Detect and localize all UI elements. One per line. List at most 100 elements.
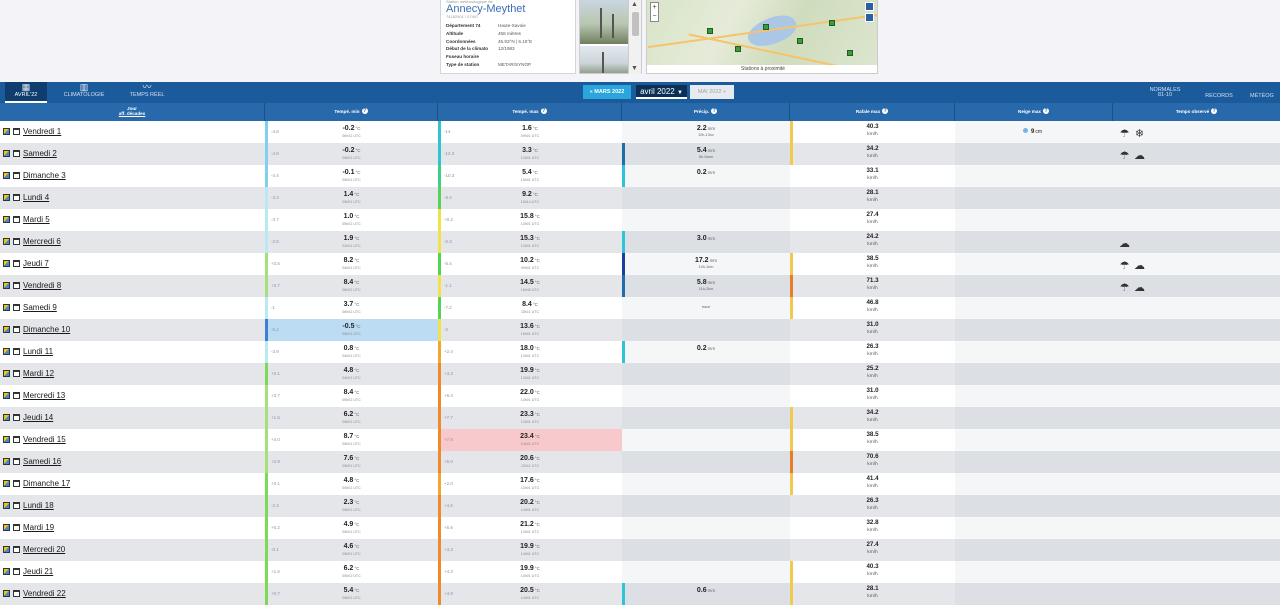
station-marker-icon[interactable] xyxy=(829,20,835,26)
next-month-button[interactable]: MAI 2022 » xyxy=(690,85,734,99)
calendar-icon[interactable] xyxy=(13,370,20,377)
day-link[interactable]: Samedi 16 xyxy=(23,457,61,466)
zoom-in-button[interactable]: + xyxy=(651,3,658,12)
day-link[interactable]: Jeudi 7 xyxy=(23,259,49,268)
observation-icon[interactable] xyxy=(3,304,10,311)
observation-icon[interactable] xyxy=(3,194,10,201)
calendar-icon[interactable] xyxy=(13,568,20,575)
calendar-icon[interactable] xyxy=(13,172,20,179)
observation-icon[interactable] xyxy=(3,128,10,135)
observation-icon[interactable] xyxy=(3,238,10,245)
day-link[interactable]: Dimanche 17 xyxy=(23,479,70,488)
calendar-icon[interactable] xyxy=(13,194,20,201)
calendar-icon[interactable] xyxy=(13,216,20,223)
day-link[interactable]: Lundi 11 xyxy=(23,347,53,356)
day-link[interactable]: Dimanche 10 xyxy=(23,325,70,334)
map-layers-icon[interactable] xyxy=(865,2,874,11)
tab-temps-reel[interactable]: 〰 TEMPS RÉEL xyxy=(124,82,170,103)
observation-icon[interactable] xyxy=(3,370,10,377)
observation-icon[interactable] xyxy=(3,568,10,575)
calendar-icon[interactable] xyxy=(13,480,20,487)
observation-icon[interactable] xyxy=(3,348,10,355)
observation-icon[interactable] xyxy=(3,480,10,487)
observation-icon[interactable] xyxy=(3,414,10,421)
day-link[interactable]: Vendredi 8 xyxy=(23,281,61,290)
day-link[interactable]: Mercredi 6 xyxy=(23,237,61,246)
calendar-icon[interactable] xyxy=(13,458,20,465)
zoom-out-button[interactable]: − xyxy=(651,12,658,21)
observation-icon[interactable] xyxy=(3,260,10,267)
observation-icon[interactable] xyxy=(3,150,10,157)
info-icon[interactable]: ? xyxy=(540,108,547,114)
calendar-icon[interactable] xyxy=(13,590,20,597)
day-link[interactable]: Mercredi 20 xyxy=(23,545,65,554)
day-link[interactable]: Mardi 12 xyxy=(23,369,54,378)
day-link[interactable]: Mardi 19 xyxy=(23,523,54,532)
map-zoom-control[interactable]: + − xyxy=(650,2,659,22)
observation-icon[interactable] xyxy=(3,436,10,443)
calendar-icon[interactable] xyxy=(13,436,20,443)
info-icon[interactable]: ? xyxy=(1042,108,1049,114)
info-icon[interactable]: ? xyxy=(882,108,889,114)
day-link[interactable]: Lundi 18 xyxy=(23,501,54,510)
observation-icon[interactable] xyxy=(3,392,10,399)
station-marker-icon[interactable] xyxy=(847,50,853,56)
day-link[interactable]: Vendredi 15 xyxy=(23,435,66,444)
scroll-thumb[interactable] xyxy=(632,12,639,36)
info-icon[interactable]: ? xyxy=(361,108,368,114)
calendar-icon[interactable] xyxy=(13,392,20,399)
calendar-icon[interactable] xyxy=(13,238,20,245)
day-link[interactable]: Jeudi 21 xyxy=(23,567,53,576)
calendar-icon[interactable] xyxy=(13,546,20,553)
day-link[interactable]: Vendredi 1 xyxy=(23,127,61,136)
calendar-icon[interactable] xyxy=(13,326,20,333)
observation-icon[interactable] xyxy=(3,172,10,179)
tab-current-month[interactable]: ▦ AVRIL'22 xyxy=(5,82,47,103)
observation-icon[interactable] xyxy=(3,590,10,597)
calendar-icon[interactable] xyxy=(13,524,20,531)
info-icon[interactable]: ? xyxy=(711,108,718,114)
tab-normales[interactable]: NORMALES 81-10 xyxy=(1144,82,1186,103)
scroll-up-icon[interactable]: ▲ xyxy=(631,1,638,9)
map-fullscreen-icon[interactable] xyxy=(865,13,874,22)
calendar-icon[interactable] xyxy=(13,304,20,311)
calendar-icon[interactable] xyxy=(13,150,20,157)
day-link[interactable]: Samedi 9 xyxy=(23,303,57,312)
observation-icon[interactable] xyxy=(3,458,10,465)
calendar-icon[interactable] xyxy=(13,128,20,135)
calendar-icon[interactable] xyxy=(13,502,20,509)
tab-meteogramme[interactable]: MÉTÉOG xyxy=(1250,82,1280,103)
station-marker-icon[interactable] xyxy=(763,24,769,30)
photo-scrollbar[interactable]: ▲ ▼ xyxy=(629,0,642,74)
previous-month-button[interactable]: « MARS 2022 xyxy=(583,85,631,99)
station-photo[interactable] xyxy=(579,0,629,74)
calendar-icon[interactable] xyxy=(13,414,20,421)
station-marker-icon[interactable] xyxy=(797,38,803,44)
nearby-stations-map[interactable]: + − Stations à proximité xyxy=(646,0,878,74)
day-link[interactable]: Mercredi 13 xyxy=(23,391,65,400)
observation-icon[interactable] xyxy=(3,326,10,333)
calendar-icon[interactable] xyxy=(13,282,20,289)
station-marker-icon[interactable] xyxy=(707,28,713,34)
day-link[interactable]: Lundi 4 xyxy=(23,193,49,202)
observation-icon[interactable] xyxy=(3,216,10,223)
observation-icon[interactable] xyxy=(3,546,10,553)
observation-icon[interactable] xyxy=(3,502,10,509)
tab-records[interactable]: RECORDS xyxy=(1198,82,1240,103)
tab-climatologie[interactable]: ▥ CLIMATOLOGIE xyxy=(58,82,110,103)
day-link[interactable]: Samedi 2 xyxy=(23,149,57,158)
calendar-icon[interactable] xyxy=(13,260,20,267)
decades-link[interactable]: aff. décades xyxy=(0,111,264,116)
weather-cell xyxy=(1113,319,1280,341)
tmin-value: 5.4 xyxy=(343,587,354,594)
info-icon[interactable]: ? xyxy=(1211,108,1218,114)
day-link[interactable]: Jeudi 14 xyxy=(23,413,53,422)
station-marker-icon[interactable] xyxy=(735,46,741,52)
scroll-down-icon[interactable]: ▼ xyxy=(631,65,638,73)
day-link[interactable]: Dimanche 3 xyxy=(23,171,66,180)
day-link[interactable]: Mardi 5 xyxy=(23,215,50,224)
observation-icon[interactable] xyxy=(3,524,10,531)
month-select[interactable]: avril 2022 ▼ xyxy=(636,85,687,99)
calendar-icon[interactable] xyxy=(13,348,20,355)
observation-icon[interactable] xyxy=(3,282,10,289)
